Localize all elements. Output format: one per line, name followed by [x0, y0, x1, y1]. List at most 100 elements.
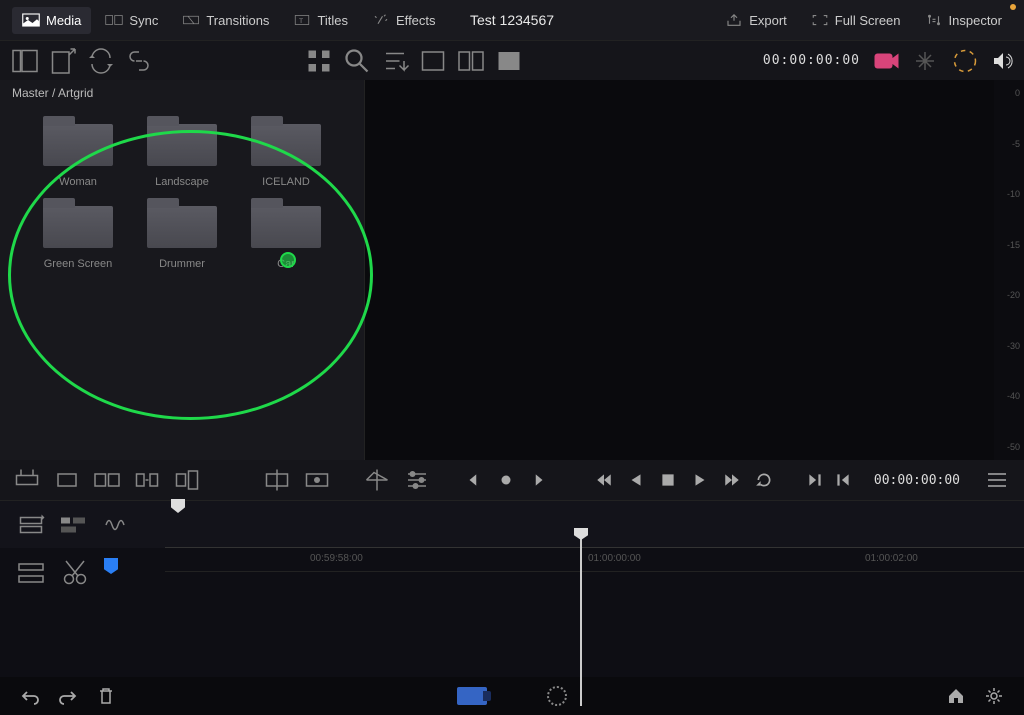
media-tab[interactable]: Media [12, 7, 91, 34]
titles-icon: T [293, 13, 311, 27]
timeline-ruler-top[interactable] [165, 501, 1024, 548]
fullscreen-button[interactable]: Full Screen [801, 7, 911, 34]
effects-icon [372, 13, 390, 27]
inspector-icon [925, 13, 943, 27]
insert-tool3-icon[interactable] [92, 465, 122, 495]
sort-icon[interactable] [380, 46, 410, 76]
viewer-mode1-icon[interactable] [418, 46, 448, 76]
folder-woman[interactable]: Woman [28, 124, 128, 188]
processing-indicator [547, 686, 567, 706]
folder-landscape[interactable]: Landscape [132, 124, 232, 188]
import-icon[interactable] [48, 46, 78, 76]
stop-icon[interactable] [659, 471, 677, 489]
trim-tool2-icon[interactable] [302, 465, 332, 495]
marker-tool-icon[interactable] [950, 46, 980, 76]
player-timecode: 00:00:00:00 [874, 473, 960, 488]
scale-mark: -5 [998, 139, 1020, 149]
sync-tab[interactable]: Sync [95, 7, 168, 34]
next-frame-icon[interactable] [529, 471, 547, 489]
folder-icon [43, 206, 113, 248]
bin-view-icon[interactable] [10, 46, 40, 76]
folder-label: Woman [59, 176, 97, 188]
titles-label: Titles [317, 13, 348, 28]
folder-icon [251, 206, 321, 248]
tool-toolbar: 00:00:00:00 [0, 40, 1024, 80]
search-icon[interactable] [342, 46, 372, 76]
tick-label: 01:00:02:00 [865, 553, 918, 564]
scale-mark: -30 [998, 341, 1020, 351]
last-frame-icon[interactable] [723, 471, 741, 489]
bottom-bar [0, 677, 1024, 715]
insert-tool5-icon[interactable] [172, 465, 202, 495]
menu-icon[interactable] [982, 465, 1012, 495]
folder-label: Landscape [155, 176, 209, 188]
folder-drummer[interactable]: Drummer [132, 206, 232, 270]
redo-icon[interactable] [58, 686, 78, 706]
export-label: Export [749, 13, 787, 28]
effects-tab[interactable]: Effects [362, 7, 446, 34]
reverse-play-icon[interactable] [627, 471, 645, 489]
prev-frame-icon[interactable] [465, 471, 483, 489]
jog-icon[interactable] [497, 471, 515, 489]
insert-tool2-icon[interactable] [52, 465, 82, 495]
unsaved-indicator [1010, 4, 1016, 10]
audio-level-scale: 0 -5 -10 -15 -20 -30 -40 -50 [994, 80, 1024, 460]
titles-tab[interactable]: T Titles [283, 7, 358, 34]
settings-controls-icon[interactable] [402, 465, 432, 495]
sync-clips-icon[interactable] [86, 46, 116, 76]
first-frame-icon[interactable] [595, 471, 613, 489]
folder-label: Green Screen [44, 258, 112, 270]
home-icon[interactable] [946, 686, 966, 706]
tick-label: 01:00:00:00 [588, 553, 641, 564]
blade-icon[interactable] [60, 558, 90, 588]
marker-icon[interactable] [104, 558, 118, 574]
control-bar: 00:00:00:00 [0, 460, 1024, 500]
timeline-tool3-icon[interactable] [100, 510, 130, 540]
link-icon[interactable] [124, 46, 154, 76]
insert-tool4-icon[interactable] [132, 465, 162, 495]
goto-start-icon[interactable] [834, 471, 852, 489]
timeline-playhead[interactable] [580, 538, 582, 706]
loop-icon[interactable] [755, 471, 773, 489]
folder-label: Drummer [159, 258, 205, 270]
play-icon[interactable] [691, 471, 709, 489]
folder-green-screen[interactable]: Green Screen [28, 206, 128, 270]
trim-tool1-icon[interactable] [262, 465, 292, 495]
trash-icon[interactable] [96, 686, 116, 706]
undo-icon[interactable] [20, 686, 40, 706]
volume-icon[interactable] [990, 49, 1014, 73]
transitions-tab[interactable]: Transitions [172, 7, 279, 34]
cut-page-tab[interactable] [457, 687, 487, 705]
grid-view-icon[interactable] [304, 46, 334, 76]
tool-icon-1[interactable] [910, 46, 940, 76]
goto-end-icon[interactable] [806, 471, 824, 489]
gear-icon[interactable] [984, 686, 1004, 706]
annotation-cursor [280, 252, 296, 268]
playback-controls [465, 471, 773, 489]
workspace: Master / Artgrid Woman Landscape ICELAND… [0, 80, 1024, 460]
transitions-label: Transitions [206, 13, 269, 28]
track-view-icon[interactable] [16, 558, 46, 588]
timeline-tool1-icon[interactable] [16, 510, 46, 540]
viewer-mode3-icon[interactable] [494, 46, 524, 76]
folder-icon [147, 124, 217, 166]
viewer-timecode: 00:00:00:00 [763, 53, 860, 68]
inspector-label: Inspector [949, 13, 1002, 28]
effects-label: Effects [396, 13, 436, 28]
folder-iceland[interactable]: ICELAND [236, 124, 336, 188]
viewer[interactable]: 0 -5 -10 -15 -20 -30 -40 -50 [365, 80, 1024, 460]
inspector-button[interactable]: Inspector [915, 7, 1012, 34]
insert-tool1-icon[interactable] [12, 465, 42, 495]
top-toolbar: Media Sync Transitions T Titles Effects … [0, 0, 1024, 40]
record-icon[interactable] [870, 46, 900, 76]
scale-mark: -50 [998, 442, 1020, 452]
timeline-ruler[interactable]: 00:59:58:00 01:00:00:00 01:00:02:00 [165, 548, 1024, 572]
breadcrumb[interactable]: Master / Artgrid [0, 80, 364, 106]
media-pool: Master / Artgrid Woman Landscape ICELAND… [0, 80, 365, 460]
timeline-tool2-icon[interactable] [58, 510, 88, 540]
source-playhead[interactable] [171, 499, 185, 513]
export-button[interactable]: Export [715, 7, 797, 34]
effects-controls-icon[interactable] [362, 465, 392, 495]
folder-label: ICELAND [262, 176, 310, 188]
viewer-mode2-icon[interactable] [456, 46, 486, 76]
